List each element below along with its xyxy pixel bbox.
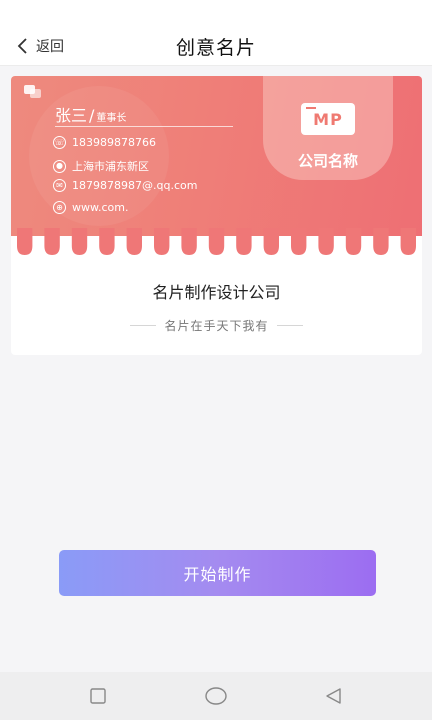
slogan: 名片在手天下我有 — [164, 319, 269, 333]
company-name: 公司名称 — [297, 152, 358, 170]
slogan-line-left — [130, 325, 157, 326]
start-button[interactable]: 开始制作 — [59, 550, 376, 596]
phone-icon: ☏ — [53, 136, 66, 149]
slogan-line-right — [276, 325, 303, 326]
address: 上海市浦东新区 — [72, 160, 149, 173]
card-template[interactable]: MP 公司名称 张三 / 董事长 ☏ 183989878766 ● 上海市浦东新… — [11, 76, 422, 355]
template-company-name: 名片制作设计公司 — [152, 283, 281, 302]
system-nav-bar — [0, 672, 432, 720]
page-title: 创意名片 — [175, 37, 256, 59]
logo-text: MP — [313, 109, 343, 129]
globe-icon: ⊕ — [53, 201, 66, 214]
website: www.com. — [72, 201, 129, 214]
address-row: ● 上海市浦东新区 — [53, 158, 149, 174]
top-bar: 返回 创意名片 — [0, 0, 432, 66]
phone-number: 183989878766 — [72, 136, 156, 149]
square-icon[interactable] — [86, 684, 110, 708]
name-separator: / — [89, 106, 95, 125]
phone-row: ☏ 183989878766 — [53, 136, 156, 149]
card-front: MP 公司名称 张三 / 董事长 ☏ 183989878766 ● 上海市浦东新… — [11, 76, 422, 236]
person-name: 张三 — [55, 106, 88, 125]
email-icon: ✉ — [53, 179, 66, 192]
circle-icon[interactable] — [203, 684, 229, 708]
name-divider — [55, 126, 233, 127]
company-logo: MP — [301, 103, 355, 135]
card-corner-icon — [24, 85, 41, 98]
location-pin-icon: ● — [53, 159, 66, 173]
email: 1879878987@.qq.com — [72, 179, 198, 192]
email-row: ✉ 1879878987@.qq.com — [53, 179, 197, 192]
name-row: 张三 / 董事长 — [55, 102, 126, 126]
logo-dash — [306, 107, 316, 109]
start-button-label: 开始制作 — [183, 565, 252, 584]
drip-wave-edge — [11, 228, 422, 255]
person-title: 董事长 — [96, 113, 127, 124]
slogan-row: 名片在手天下我有 — [11, 317, 422, 334]
triangle-left-icon[interactable] — [322, 684, 346, 708]
website-row: ⊕ www.com. — [53, 201, 128, 214]
